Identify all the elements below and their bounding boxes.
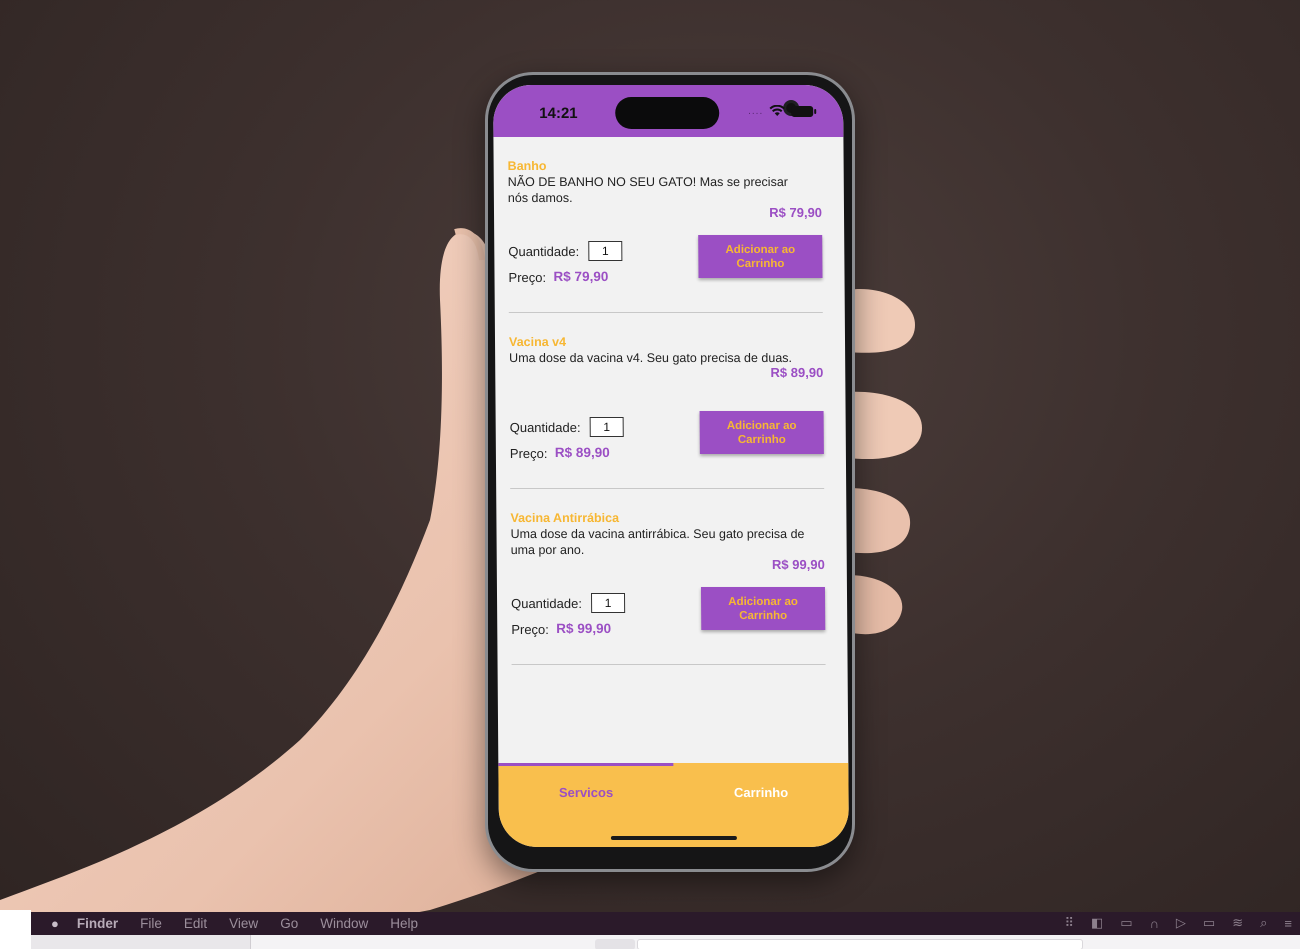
finder-search-field[interactable] (637, 939, 1083, 949)
wifi-icon (769, 105, 785, 116)
active-tab-indicator (498, 763, 674, 766)
quantity-label: Quantidade: (508, 244, 580, 259)
menu-app-name[interactable]: Finder (77, 916, 118, 931)
keyboard-icon[interactable]: ⠿ (1064, 915, 1074, 931)
preco-label: Preço: (508, 270, 547, 285)
menu-edit[interactable]: Edit (184, 916, 207, 931)
window-icon[interactable]: ▭ (1120, 915, 1132, 931)
menu-go[interactable]: Go (280, 916, 298, 931)
quantity-label: Quantidade: (509, 420, 581, 435)
service-price: R$ 99,90 (771, 557, 825, 572)
add-to-cart-button[interactable]: Adicionar ao Carrinho (700, 587, 826, 630)
service-description: Uma dose da vacina v4. Seu gato precisa … (509, 351, 793, 365)
quantity-input[interactable] (590, 593, 626, 613)
menu-help[interactable]: Help (390, 916, 418, 931)
quantity-label: Quantidade: (511, 596, 582, 611)
preco-label: Preço: (511, 622, 549, 637)
menubar-status-icons: ⠿ ◧ ▭ ∩ ▷ ▭ ≋ ⌕ ≡ (1064, 912, 1292, 934)
search-icon[interactable]: ⌕ (1260, 915, 1267, 931)
headphones-icon[interactable]: ∩ (1150, 916, 1159, 931)
preco-value: R$ 79,90 (553, 269, 609, 284)
status-time: 14:21 (539, 105, 578, 122)
service-description: Uma dose da vacina antirrábica. Seu gato… (510, 527, 805, 557)
quantity-input[interactable] (588, 241, 623, 261)
quantity-input[interactable] (589, 417, 624, 437)
status-bar: 14:21 .... (493, 85, 844, 137)
apple-icon[interactable]: ● (51, 916, 59, 931)
preco-value: R$ 89,90 (554, 445, 610, 460)
service-price: R$ 89,90 (770, 365, 824, 380)
service-title: Vacina v4 (508, 335, 567, 349)
add-to-cart-button[interactable]: Adicionar ao Carrinho (698, 235, 823, 278)
service-description: NÃO DE BANHO NO SEU GATO! Mas se precisa… (507, 175, 788, 205)
bottom-tab-bar: Servicos Carrinho (498, 763, 849, 847)
service-title: Banho (507, 159, 547, 173)
sidebar-icon[interactable]: ◧ (1091, 915, 1103, 931)
tab-servicos[interactable]: Servicos (499, 785, 674, 800)
home-indicator[interactable] (610, 836, 737, 840)
finder-window (31, 934, 1300, 949)
add-to-cart-button[interactable]: Adicionar ao Carrinho (699, 411, 824, 454)
service-price: R$ 79,90 (769, 205, 823, 220)
wifi-icon[interactable]: ≋ (1232, 915, 1243, 931)
control-center-icon[interactable]: ≡ (1284, 916, 1292, 931)
battery-icon (791, 105, 814, 117)
finder-toolbar-button[interactable] (595, 939, 635, 949)
service-item: Banho NÃO DE BANHO NO SEU GATO! Mas se p… (507, 137, 823, 313)
service-item: Vacina Antirrábica Uma dose da vacina an… (510, 489, 826, 665)
battery-icon[interactable]: ▭ (1203, 915, 1215, 931)
service-item: Vacina v4 Uma dose da vacina v4. Seu gat… (508, 313, 825, 489)
signal-icon: .... (748, 105, 764, 117)
status-icons: .... (748, 105, 814, 117)
mac-menubar: ● Finder File Edit View Go Window Help ⠿… (31, 912, 1300, 934)
services-list: Banho NÃO DE BANHO NO SEU GATO! Mas se p… (507, 137, 826, 665)
menu-view[interactable]: View (229, 916, 258, 931)
preco-label: Preço: (509, 446, 548, 461)
phone-frame: 14:21 .... Banho NÃO DE BANHO NO SEU GAT… (485, 72, 855, 872)
background-corner (0, 910, 31, 949)
menu-file[interactable]: File (140, 916, 162, 931)
dynamic-island (615, 97, 800, 129)
tab-carrinho[interactable]: Carrinho (674, 785, 849, 800)
preco-value: R$ 99,90 (556, 621, 612, 636)
play-icon[interactable]: ▷ (1176, 915, 1186, 931)
menu-window[interactable]: Window (320, 916, 368, 931)
finder-sidebar (31, 935, 251, 949)
service-title: Vacina Antirrábica (510, 511, 620, 525)
phone-screen: 14:21 .... Banho NÃO DE BANHO NO SEU GAT… (493, 85, 849, 847)
